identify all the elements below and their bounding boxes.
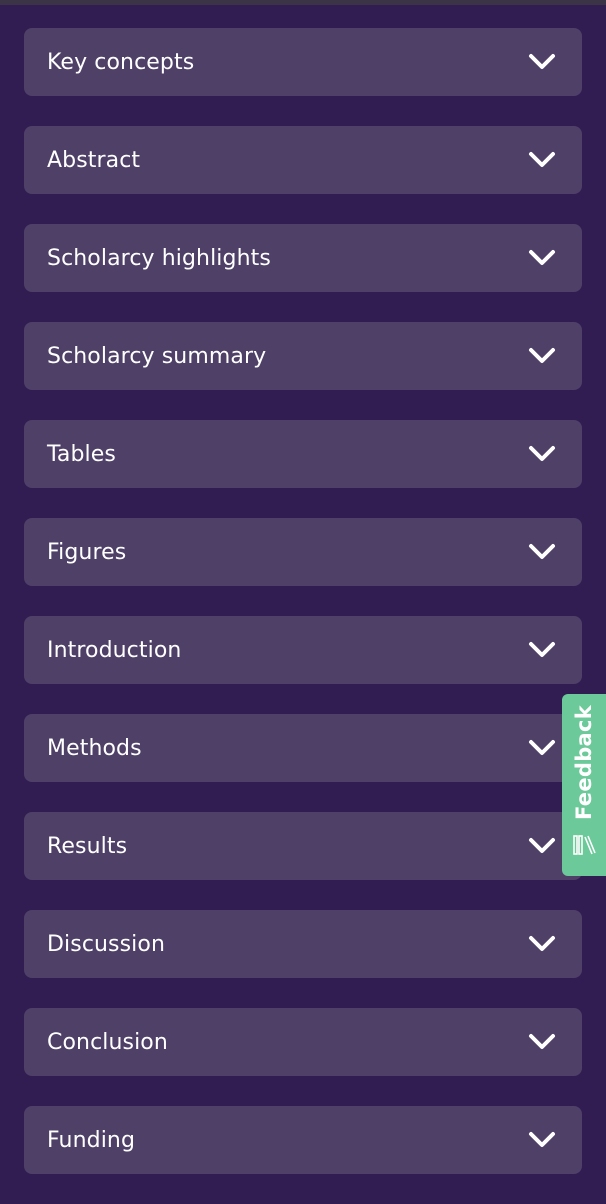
chevron-down-icon[interactable] (528, 150, 556, 170)
chevron-down-icon[interactable] (528, 444, 556, 464)
accordion-item-conclusion[interactable]: Conclusion (24, 1008, 582, 1076)
accordion-item-methods[interactable]: Methods (24, 714, 582, 782)
accordion-item-abstract[interactable]: Abstract (24, 126, 582, 194)
feedback-label: Feedback (572, 704, 596, 820)
accordion-item-label: Scholarcy highlights (47, 245, 271, 271)
accordion-item-results[interactable]: Results (24, 812, 582, 880)
chevron-down-icon[interactable] (528, 52, 556, 72)
accordion-item-label: Methods (47, 735, 142, 761)
chevron-down-icon[interactable] (528, 248, 556, 268)
accordion-item-label: Conclusion (47, 1029, 168, 1055)
accordion-item-key-concepts[interactable]: Key concepts (24, 28, 582, 96)
accordion-item-label: Tables (47, 441, 116, 467)
chevron-down-icon[interactable] (528, 738, 556, 758)
chevron-down-icon[interactable] (528, 1130, 556, 1150)
accordion-item-scholarcy-highlights[interactable]: Scholarcy highlights (24, 224, 582, 292)
accordion-item-funding[interactable]: Funding (24, 1106, 582, 1174)
chevron-down-icon[interactable] (528, 346, 556, 366)
accordion-item-label: Figures (47, 539, 127, 565)
section-accordion: Key concepts Abstract Scholarcy highligh… (24, 28, 582, 1204)
chevron-down-icon[interactable] (528, 542, 556, 562)
accordion-item-label: Discussion (47, 931, 165, 957)
accordion-item-introduction[interactable]: Introduction (24, 616, 582, 684)
accordion-item-label: Key concepts (47, 49, 195, 75)
chevron-down-icon[interactable] (528, 934, 556, 954)
feedback-tab[interactable]: Feedback (562, 694, 606, 876)
accordion-item-label: Results (47, 833, 128, 859)
accordion-item-label: Abstract (47, 147, 141, 173)
accordion-item-scholarcy-summary[interactable]: Scholarcy summary (24, 322, 582, 390)
accordion-item-tables[interactable]: Tables (24, 420, 582, 488)
accordion-item-label: Scholarcy summary (47, 343, 267, 369)
top-edge-strip (0, 0, 606, 5)
accordion-item-label: Introduction (47, 637, 182, 663)
chevron-down-icon[interactable] (528, 1032, 556, 1052)
accordion-item-discussion[interactable]: Discussion (24, 910, 582, 978)
accordion-item-figures[interactable]: Figures (24, 518, 582, 586)
chevron-down-icon[interactable] (528, 640, 556, 660)
books-icon (572, 834, 596, 856)
accordion-item-label: Funding (47, 1127, 136, 1153)
chevron-down-icon[interactable] (528, 836, 556, 856)
